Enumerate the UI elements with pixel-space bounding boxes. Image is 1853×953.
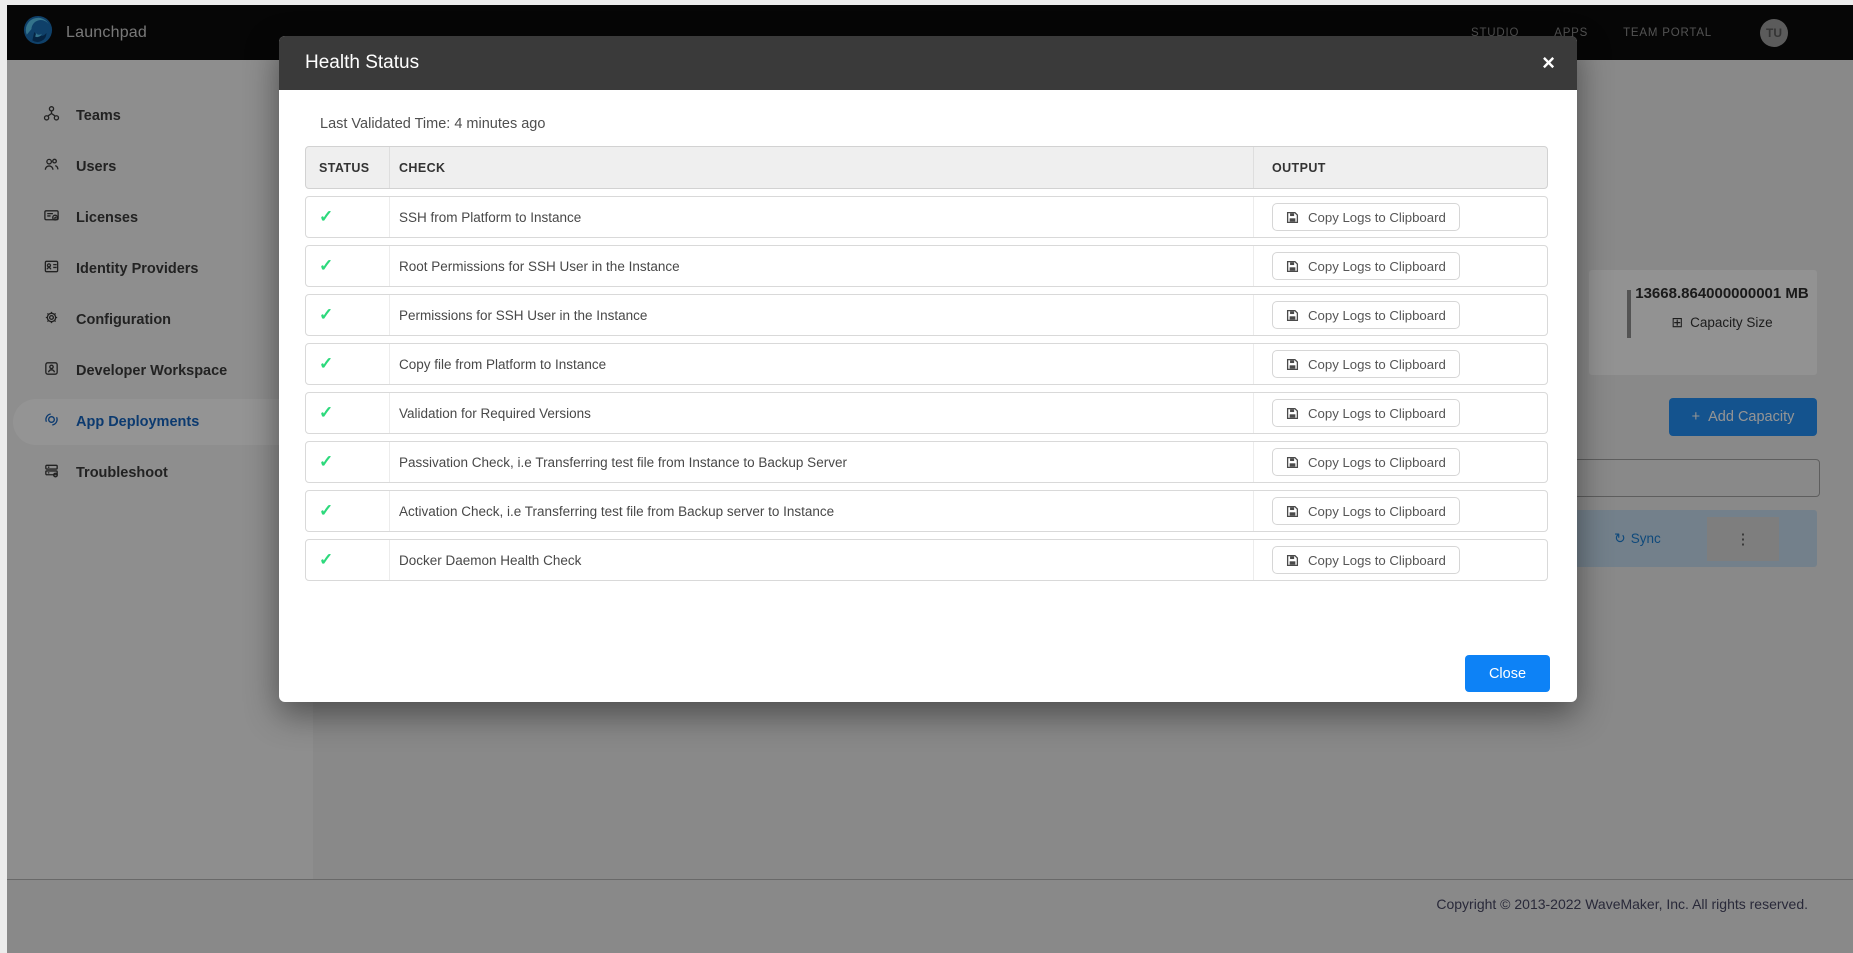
check-name: Activation Check, i.e Transferring test … [389, 491, 1253, 531]
screen: Launchpad STUDIO APPS TEAM PORTAL TU Tea… [0, 0, 1853, 953]
check-name: Root Permissions for SSH User in the Ins… [389, 246, 1253, 286]
save-icon [1286, 211, 1299, 224]
check-name: Copy file from Platform to Instance [389, 344, 1253, 384]
save-icon [1286, 407, 1299, 420]
copy-logs-button[interactable]: Copy Logs to Clipboard [1272, 252, 1460, 280]
check-pass-icon: ✓ [319, 207, 333, 227]
copy-logs-button[interactable]: Copy Logs to Clipboard [1272, 497, 1460, 525]
check-pass-icon: ✓ [319, 501, 333, 521]
check-pass-icon: ✓ [319, 305, 333, 325]
table-row: ✓ Permissions for SSH User in the Instan… [305, 294, 1548, 336]
save-icon [1286, 456, 1299, 469]
modal-header: Health Status × [279, 36, 1577, 90]
check-name: Permissions for SSH User in the Instance [389, 295, 1253, 335]
copy-logs-button[interactable]: Copy Logs to Clipboard [1272, 203, 1460, 231]
table-row: ✓ Docker Daemon Health Check Copy Logs t… [305, 539, 1548, 581]
table-header-row: STATUS CHECK OUTPUT [305, 146, 1548, 189]
column-check: CHECK [389, 147, 1253, 188]
copy-logs-button[interactable]: Copy Logs to Clipboard [1272, 301, 1460, 329]
last-validated-text: Last Validated Time: 4 minutes ago [320, 116, 1551, 132]
save-icon [1286, 260, 1299, 273]
health-status-modal: Health Status × Last Validated Time: 4 m… [279, 36, 1577, 702]
copy-logs-button[interactable]: Copy Logs to Clipboard [1272, 546, 1460, 574]
close-button[interactable]: Close [1465, 655, 1550, 692]
table-row: ✓ Passivation Check, i.e Transferring te… [305, 441, 1548, 483]
copy-logs-button[interactable]: Copy Logs to Clipboard [1272, 448, 1460, 476]
save-icon [1286, 309, 1299, 322]
copy-logs-button[interactable]: Copy Logs to Clipboard [1272, 350, 1460, 378]
copy-logs-button[interactable]: Copy Logs to Clipboard [1272, 399, 1460, 427]
table-row: ✓ SSH from Platform to Instance Copy Log… [305, 196, 1548, 238]
check-pass-icon: ✓ [319, 354, 333, 374]
column-status: STATUS [306, 147, 389, 188]
table-row: ✓ Copy file from Platform to Instance Co… [305, 343, 1548, 385]
check-pass-icon: ✓ [319, 550, 333, 570]
table-row: ✓ Root Permissions for SSH User in the I… [305, 245, 1548, 287]
check-name: Passivation Check, i.e Transferring test… [389, 442, 1253, 482]
save-icon [1286, 505, 1299, 518]
health-checks-table: STATUS CHECK OUTPUT ✓ SSH from Platform … [305, 146, 1548, 581]
check-pass-icon: ✓ [319, 256, 333, 276]
save-icon [1286, 358, 1299, 371]
check-name: SSH from Platform to Instance [389, 197, 1253, 237]
modal-title: Health Status [305, 52, 419, 74]
check-pass-icon: ✓ [319, 452, 333, 472]
save-icon [1286, 554, 1299, 567]
check-name: Docker Daemon Health Check [389, 540, 1253, 580]
check-pass-icon: ✓ [319, 403, 333, 423]
table-row: ✓ Validation for Required Versions Copy … [305, 392, 1548, 434]
table-row: ✓ Activation Check, i.e Transferring tes… [305, 490, 1548, 532]
column-output: OUTPUT [1253, 147, 1547, 188]
close-icon[interactable]: × [1542, 52, 1555, 74]
check-name: Validation for Required Versions [389, 393, 1253, 433]
